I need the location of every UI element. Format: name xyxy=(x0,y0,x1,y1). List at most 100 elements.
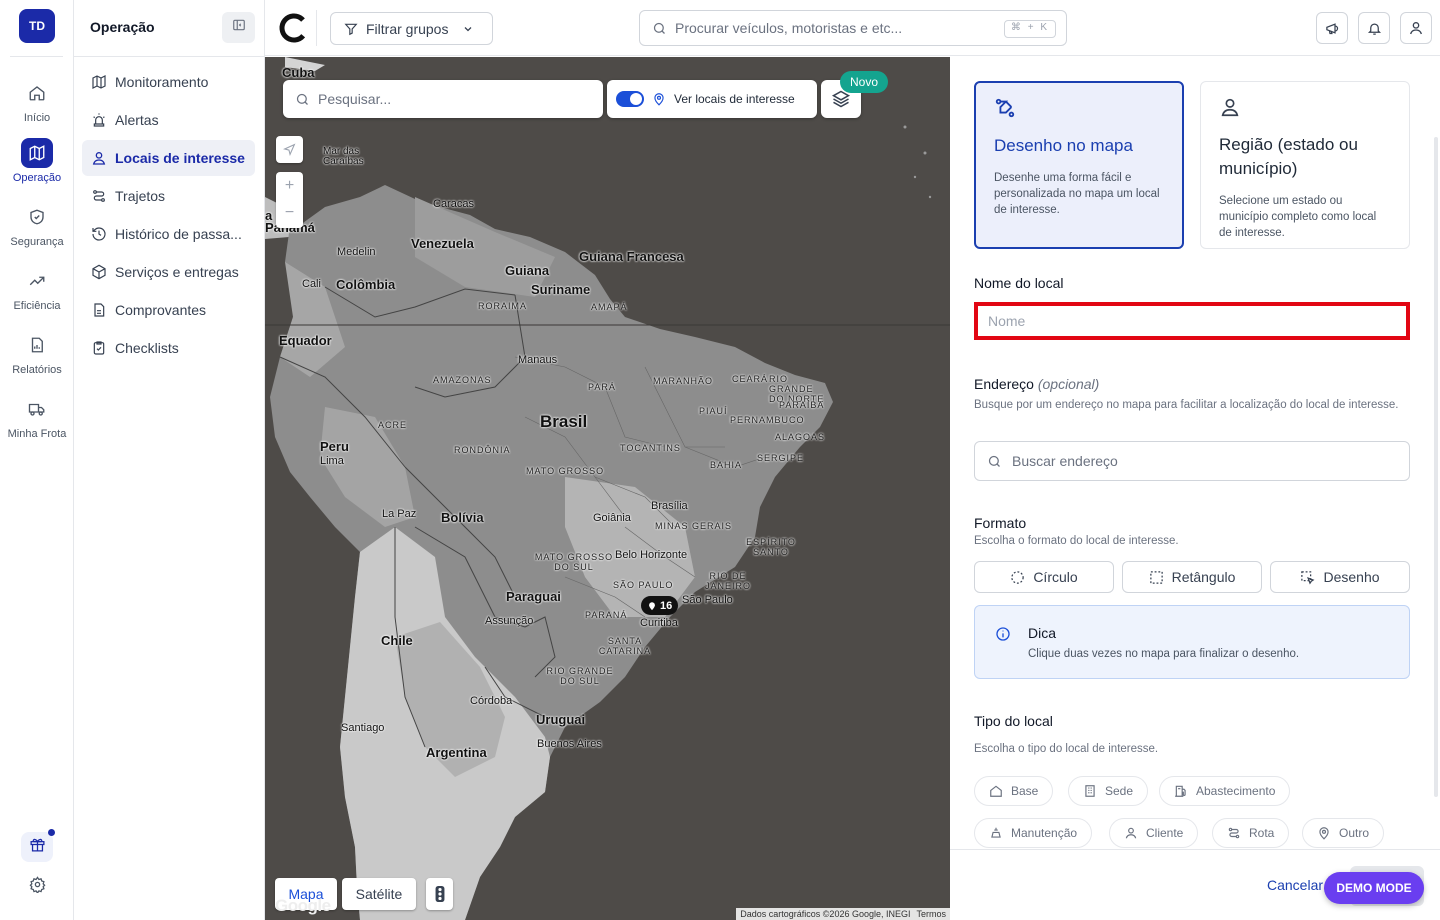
type-chip-outro[interactable]: Outro xyxy=(1302,818,1385,848)
map-attribution: Dados cartográficos ©2026 Google, INEGI … xyxy=(736,908,950,920)
demo-mode-badge[interactable]: DEMO MODE xyxy=(1324,872,1424,904)
sidebar-item-label: Locais de interesse xyxy=(115,150,245,166)
shield-icon xyxy=(21,202,53,232)
terms-link[interactable]: Termos xyxy=(916,909,946,919)
poi-toggle-label: Ver locais de interesse xyxy=(674,92,795,106)
map-label: Brasília xyxy=(651,500,688,512)
history-icon xyxy=(92,227,106,241)
sidebar-item-alertas[interactable]: Alertas xyxy=(82,102,255,138)
map-canvas[interactable]: Cuba Mar das Caraíbas Caracas a Panamá M… xyxy=(265,57,950,920)
map-label: MATO GROSSO DO SUL xyxy=(534,552,614,572)
map-label: RIO GRANDE DO SUL xyxy=(546,666,614,686)
sidebar-item-checklists[interactable]: Checklists xyxy=(82,330,255,366)
cluster-marker[interactable]: 16 xyxy=(641,596,679,615)
announcements-button[interactable] xyxy=(1316,12,1348,44)
truck-icon xyxy=(21,394,53,424)
format-label-text: Retângulo xyxy=(1171,569,1236,585)
app-root: TD Início Operação Segurança Eficiência … xyxy=(0,0,1440,920)
cluster-count: 16 xyxy=(660,599,673,612)
name-field[interactable]: Nome xyxy=(974,302,1410,340)
map-label: TOCANTINS xyxy=(620,443,681,453)
package-icon xyxy=(92,264,106,280)
map-label: São Paulo xyxy=(682,594,733,606)
google-logo: Google xyxy=(275,896,331,915)
format-label-text: Círculo xyxy=(1033,569,1078,585)
panel-scrollbar[interactable] xyxy=(1434,137,1438,797)
zoom-out-button[interactable]: − xyxy=(285,200,294,228)
poi-visibility-toggle[interactable]: Ver locais de interesse xyxy=(607,80,817,118)
map-label: PARÁ xyxy=(588,382,616,392)
settings-button[interactable] xyxy=(21,872,53,902)
type-chip-sede[interactable]: Sede xyxy=(1068,776,1149,806)
sidebar-item-servicos[interactable]: Serviços e entregas xyxy=(82,254,255,290)
traffic-layer-button[interactable] xyxy=(426,878,453,910)
type-chip-rota[interactable]: Rota xyxy=(1212,818,1290,848)
format-rectangle-button[interactable]: Retângulo xyxy=(1122,561,1262,593)
notifications-button[interactable] xyxy=(1358,12,1390,44)
option-title: Região (estado ou município) xyxy=(1219,135,1358,178)
type-chip-manutencao[interactable]: Manutenção xyxy=(974,818,1093,848)
map-label: RIO DE JANEIRO xyxy=(705,571,752,591)
building-icon xyxy=(1085,785,1095,797)
filter-groups-button[interactable]: Filtrar grupos xyxy=(330,12,493,45)
map-label: Paraguai xyxy=(506,589,561,604)
map-type-satellite-button[interactable]: Satélite xyxy=(342,878,416,910)
collapse-sidebar-button[interactable] xyxy=(222,12,255,43)
sidebar-item-monitoramento[interactable]: Monitoramento xyxy=(82,64,255,100)
rail-item-inicio[interactable]: Início xyxy=(0,78,74,124)
gift-button[interactable] xyxy=(21,829,55,862)
sidebar-item-trajetos[interactable]: Trajetos xyxy=(82,178,255,214)
toggle-switch[interactable] xyxy=(616,91,644,107)
locate-me-button[interactable] xyxy=(276,136,303,163)
rail-item-relatorios[interactable]: Relatórios xyxy=(0,330,74,376)
map-label: Lima xyxy=(320,455,344,467)
search-icon xyxy=(653,22,665,34)
map-label: Equador xyxy=(279,333,332,348)
app-rail: TD Início Operação Segurança Eficiência … xyxy=(0,0,74,920)
user-pin-icon xyxy=(92,152,106,165)
brand-logo[interactable] xyxy=(279,13,309,43)
rail-item-seguranca[interactable]: Segurança xyxy=(0,202,74,248)
map-label: CEARÁ xyxy=(732,374,769,384)
report-icon xyxy=(21,330,53,360)
freehand-draw-icon xyxy=(1301,570,1315,584)
sidebar-item-locais-de-interesse[interactable]: Locais de interesse xyxy=(82,140,255,176)
type-chip-base[interactable]: Base xyxy=(974,776,1054,806)
navigation-icon xyxy=(283,143,296,156)
bell-icon xyxy=(1367,23,1381,35)
sidebar-item-comprovantes[interactable]: Comprovantes xyxy=(82,292,255,328)
global-search-input[interactable]: Procurar veículos, motoristas e etc... ⌘… xyxy=(639,10,1067,46)
address-search-input[interactable]: Buscar endereço xyxy=(974,441,1410,481)
format-freehand-button[interactable]: Desenho xyxy=(1270,561,1410,593)
format-circle-button[interactable]: Círculo xyxy=(974,561,1114,593)
map-label: PERNAMBUCO xyxy=(730,415,805,425)
map-search-input[interactable]: Pesquisar... xyxy=(283,80,603,118)
location-pin-icon xyxy=(654,93,664,106)
option-region[interactable]: Região (estado ou município) Selecione u… xyxy=(1200,81,1410,249)
option-title: Desenho no mapa xyxy=(994,136,1133,155)
map-label: Curitiba xyxy=(640,617,678,629)
sidebar-item-historico[interactable]: Histórico de passa... xyxy=(82,216,255,252)
rail-item-label: Início xyxy=(23,112,51,124)
chevron-down-icon xyxy=(465,26,472,31)
org-avatar[interactable]: TD xyxy=(19,9,55,43)
format-help: Escolha o formato do local de interesse. xyxy=(974,535,1179,547)
rail-item-label: Operação xyxy=(12,172,62,184)
rail-item-operacao[interactable]: Operação xyxy=(0,138,74,184)
option-description: Desenhe uma forma fácil e personalizada … xyxy=(994,172,1160,216)
map-search-placeholder: Pesquisar... xyxy=(318,91,392,107)
cancel-button[interactable]: Cancelar xyxy=(1267,877,1323,893)
rail-item-eficiencia[interactable]: Eficiência xyxy=(0,266,74,312)
zoom-in-button[interactable]: + xyxy=(285,172,294,200)
user-menu-button[interactable] xyxy=(1400,12,1432,44)
option-draw-on-map[interactable]: Desenho no mapa Desenhe uma forma fácil … xyxy=(974,81,1184,249)
sidebar-item-label: Alertas xyxy=(115,112,159,128)
search-icon xyxy=(988,455,1000,467)
map-label: PIAUÍ xyxy=(699,406,728,416)
type-chip-abastecimento[interactable]: Abastecimento xyxy=(1159,776,1291,806)
rail-divider xyxy=(10,56,63,57)
map-label: Guiana Francesa xyxy=(579,249,684,264)
rail-item-minha-frota[interactable]: Minha Frota xyxy=(0,394,74,440)
type-chip-cliente[interactable]: Cliente xyxy=(1109,818,1199,848)
map-label: SANTA CATARINA xyxy=(598,636,652,656)
